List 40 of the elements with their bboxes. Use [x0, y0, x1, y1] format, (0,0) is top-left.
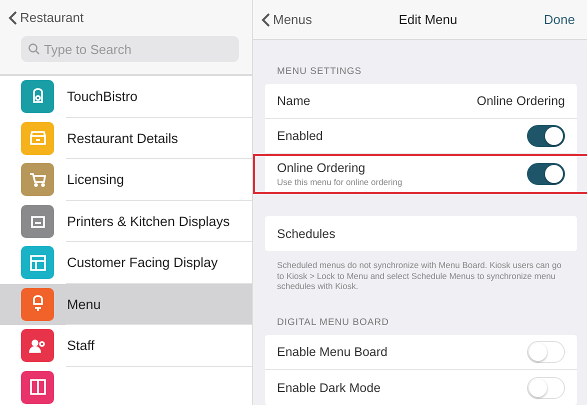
chevron-left-icon [261, 12, 270, 27]
row-subtitle: Use this menu for online ordering [277, 177, 402, 188]
toggle-switch[interactable] [527, 125, 565, 148]
settings-row[interactable]: Enable Menu Board [265, 335, 577, 370]
sidebar-item-label: Menu [67, 296, 101, 312]
sidebar-item[interactable]: Licensing [0, 159, 252, 200]
chevron-left-icon [8, 10, 17, 24]
section-footer-note: Scheduled menus do not synchronize with Menu Board. Kiosk users can go to Kiosk > Lock to Menu and select Schedule Menus to synchronize menu schedules with Kiosk. [276, 259, 562, 291]
back-button[interactable]: Menus [261, 12, 312, 28]
row-label: Online Ordering [277, 161, 366, 176]
sidebar-item-label: Staff [67, 338, 95, 354]
settings-row[interactable]: Schedules [265, 216, 577, 252]
row-label: Enable Dark Mode [277, 380, 381, 394]
sidebar-item[interactable]: TouchBistro [0, 76, 252, 118]
section-header: DIGITAL MENU BOARD [276, 316, 390, 330]
done-button[interactable]: Done [544, 12, 575, 28]
sidebar-item-label: Customer Facing Display [67, 255, 218, 270]
row-label: Enable Menu Board [277, 345, 388, 359]
sidebar-item-label: Printers & Kitchen Displays [67, 214, 230, 229]
sidebar-item[interactable]: Staff [0, 325, 252, 366]
row-label: Schedules [277, 226, 336, 241]
sidebar-item[interactable]: Printers & Kitchen Displays [0, 200, 252, 242]
toggle-switch[interactable] [527, 163, 565, 186]
row-label: Name [277, 94, 310, 108]
sidebar-item-label: TouchBistro [67, 89, 138, 104]
sidebar-item[interactable]: Customer Facing Display [0, 242, 252, 284]
row-value: Online Ordering [476, 94, 565, 108]
settings-row[interactable]: Name Online Ordering [265, 84, 577, 120]
sidebar-item-label: Licensing [67, 172, 124, 188]
sidebar-item-label: Restaurant Details [67, 130, 178, 146]
screen-title: Edit Menu [398, 12, 458, 28]
row-label: Enabled [277, 129, 323, 144]
settings-row[interactable]: Enabled [265, 119, 577, 154]
back-button[interactable]: Restaurant [8, 10, 84, 25]
settings-row[interactable]: Online Ordering Use this menu for online ordering [253, 154, 587, 194]
sidebar-item[interactable]: Menu [0, 284, 252, 325]
search-field[interactable]: Type to Search [21, 36, 239, 62]
sidebar-item[interactable]: Restaurant Details [0, 118, 252, 159]
section-header: MENU SETTINGS [276, 65, 363, 80]
settings-row[interactable]: Enable Dark Mode [265, 370, 577, 405]
